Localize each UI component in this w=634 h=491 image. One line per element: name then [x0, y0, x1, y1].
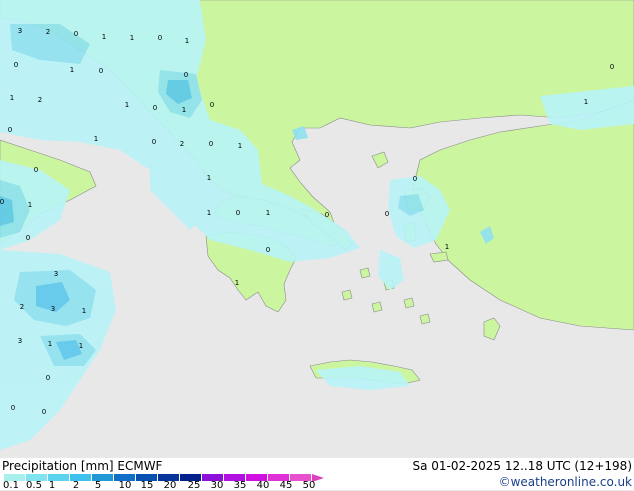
point-value-label: 0	[152, 138, 156, 146]
point-value-label: 1	[238, 142, 242, 150]
point-value-label: 1	[182, 106, 186, 114]
point-value-label: 2	[38, 96, 42, 104]
point-value-label: 0	[413, 175, 417, 183]
point-value-label: 1	[82, 307, 86, 315]
point-value-label: 1	[94, 135, 98, 143]
scale-tick-label: 20	[163, 480, 177, 491]
point-value-label: 0	[385, 210, 389, 218]
point-value-label: 1	[266, 209, 270, 217]
point-value-label: 0	[210, 101, 214, 109]
scale-tick-label: 35	[233, 480, 247, 491]
point-value-label: 1	[185, 37, 189, 45]
scale-tick-label: 45	[279, 480, 293, 491]
point-value-label: 1	[445, 243, 449, 251]
scale-tick-label: 15	[140, 480, 154, 491]
point-value-label: 3	[18, 337, 22, 345]
point-value-label: 0	[0, 198, 4, 206]
point-value-label: 0	[610, 63, 614, 71]
point-value-label: 2	[46, 28, 50, 36]
point-value-label: 0	[11, 404, 15, 412]
point-value-label: 0	[26, 234, 30, 242]
point-value-label: 1	[584, 98, 588, 106]
point-value-label: 1	[207, 174, 211, 182]
credit-link[interactable]: ©weatheronline.co.uk	[499, 475, 632, 489]
point-value-label: 1	[102, 33, 106, 41]
point-value-label: 1	[235, 279, 239, 287]
point-value-label: 1	[10, 94, 14, 102]
point-value-label: 0	[325, 211, 329, 219]
point-value-label: 3	[51, 305, 55, 313]
point-value-label: 0	[42, 408, 46, 416]
scale-tick-label: 5	[94, 480, 102, 491]
legend-footer: Precipitation [mm] ECMWF Sa 01-02-2025 1…	[0, 458, 634, 491]
point-value-label: 0	[34, 166, 38, 174]
point-value-label: 0	[74, 30, 78, 38]
point-value-label: 1	[125, 101, 129, 109]
point-value-label: 0	[236, 209, 240, 217]
point-value-label: 0	[158, 34, 162, 42]
point-value-label: 1	[48, 340, 52, 348]
point-value-label: 0	[46, 374, 50, 382]
map-title: Precipitation [mm] ECMWF	[2, 459, 163, 473]
point-value-label: 0	[99, 67, 103, 75]
point-value-label: 0	[14, 61, 18, 69]
point-value-label: 0	[266, 246, 270, 254]
point-value-label: 2	[180, 140, 184, 148]
point-value-label: 1	[70, 66, 74, 74]
scale-tick-label: 25	[187, 480, 201, 491]
scale-tick-label: 0.1	[3, 480, 19, 491]
point-value-label: 0	[184, 71, 188, 79]
precipitation-map: 3 2 0 1 1 0 1 0 1 0 0 1 2 1 0 1 0 0 1 0 2 0 1 0 1 0 0 1 1 0 1 0 0 0 0 3 2 3 1 3…	[0, 0, 634, 458]
point-value-label: 1	[130, 34, 134, 42]
scale-tick-label: 2	[72, 480, 80, 491]
scale-tick-label: 0.5	[26, 480, 42, 491]
scale-tick-label: 50	[302, 480, 316, 491]
point-value-label: 3	[54, 270, 58, 278]
point-value-label: 3	[18, 27, 22, 35]
scale-tick-label: 40	[256, 480, 270, 491]
point-value-label: 1	[207, 209, 211, 217]
point-value-label: 0	[153, 104, 157, 112]
scale-tick-label: 1	[48, 480, 56, 491]
scale-tick-label: 10	[118, 480, 132, 491]
point-value-label: 0	[8, 126, 12, 134]
valid-time: Sa 01-02-2025 12..18 UTC (12+198)	[412, 459, 632, 473]
scale-tick-label: 30	[210, 480, 224, 491]
point-value-label: 2	[20, 303, 24, 311]
point-value-label: 1	[79, 342, 83, 350]
point-value-label: 0	[209, 140, 213, 148]
point-value-label: 1	[28, 201, 32, 209]
